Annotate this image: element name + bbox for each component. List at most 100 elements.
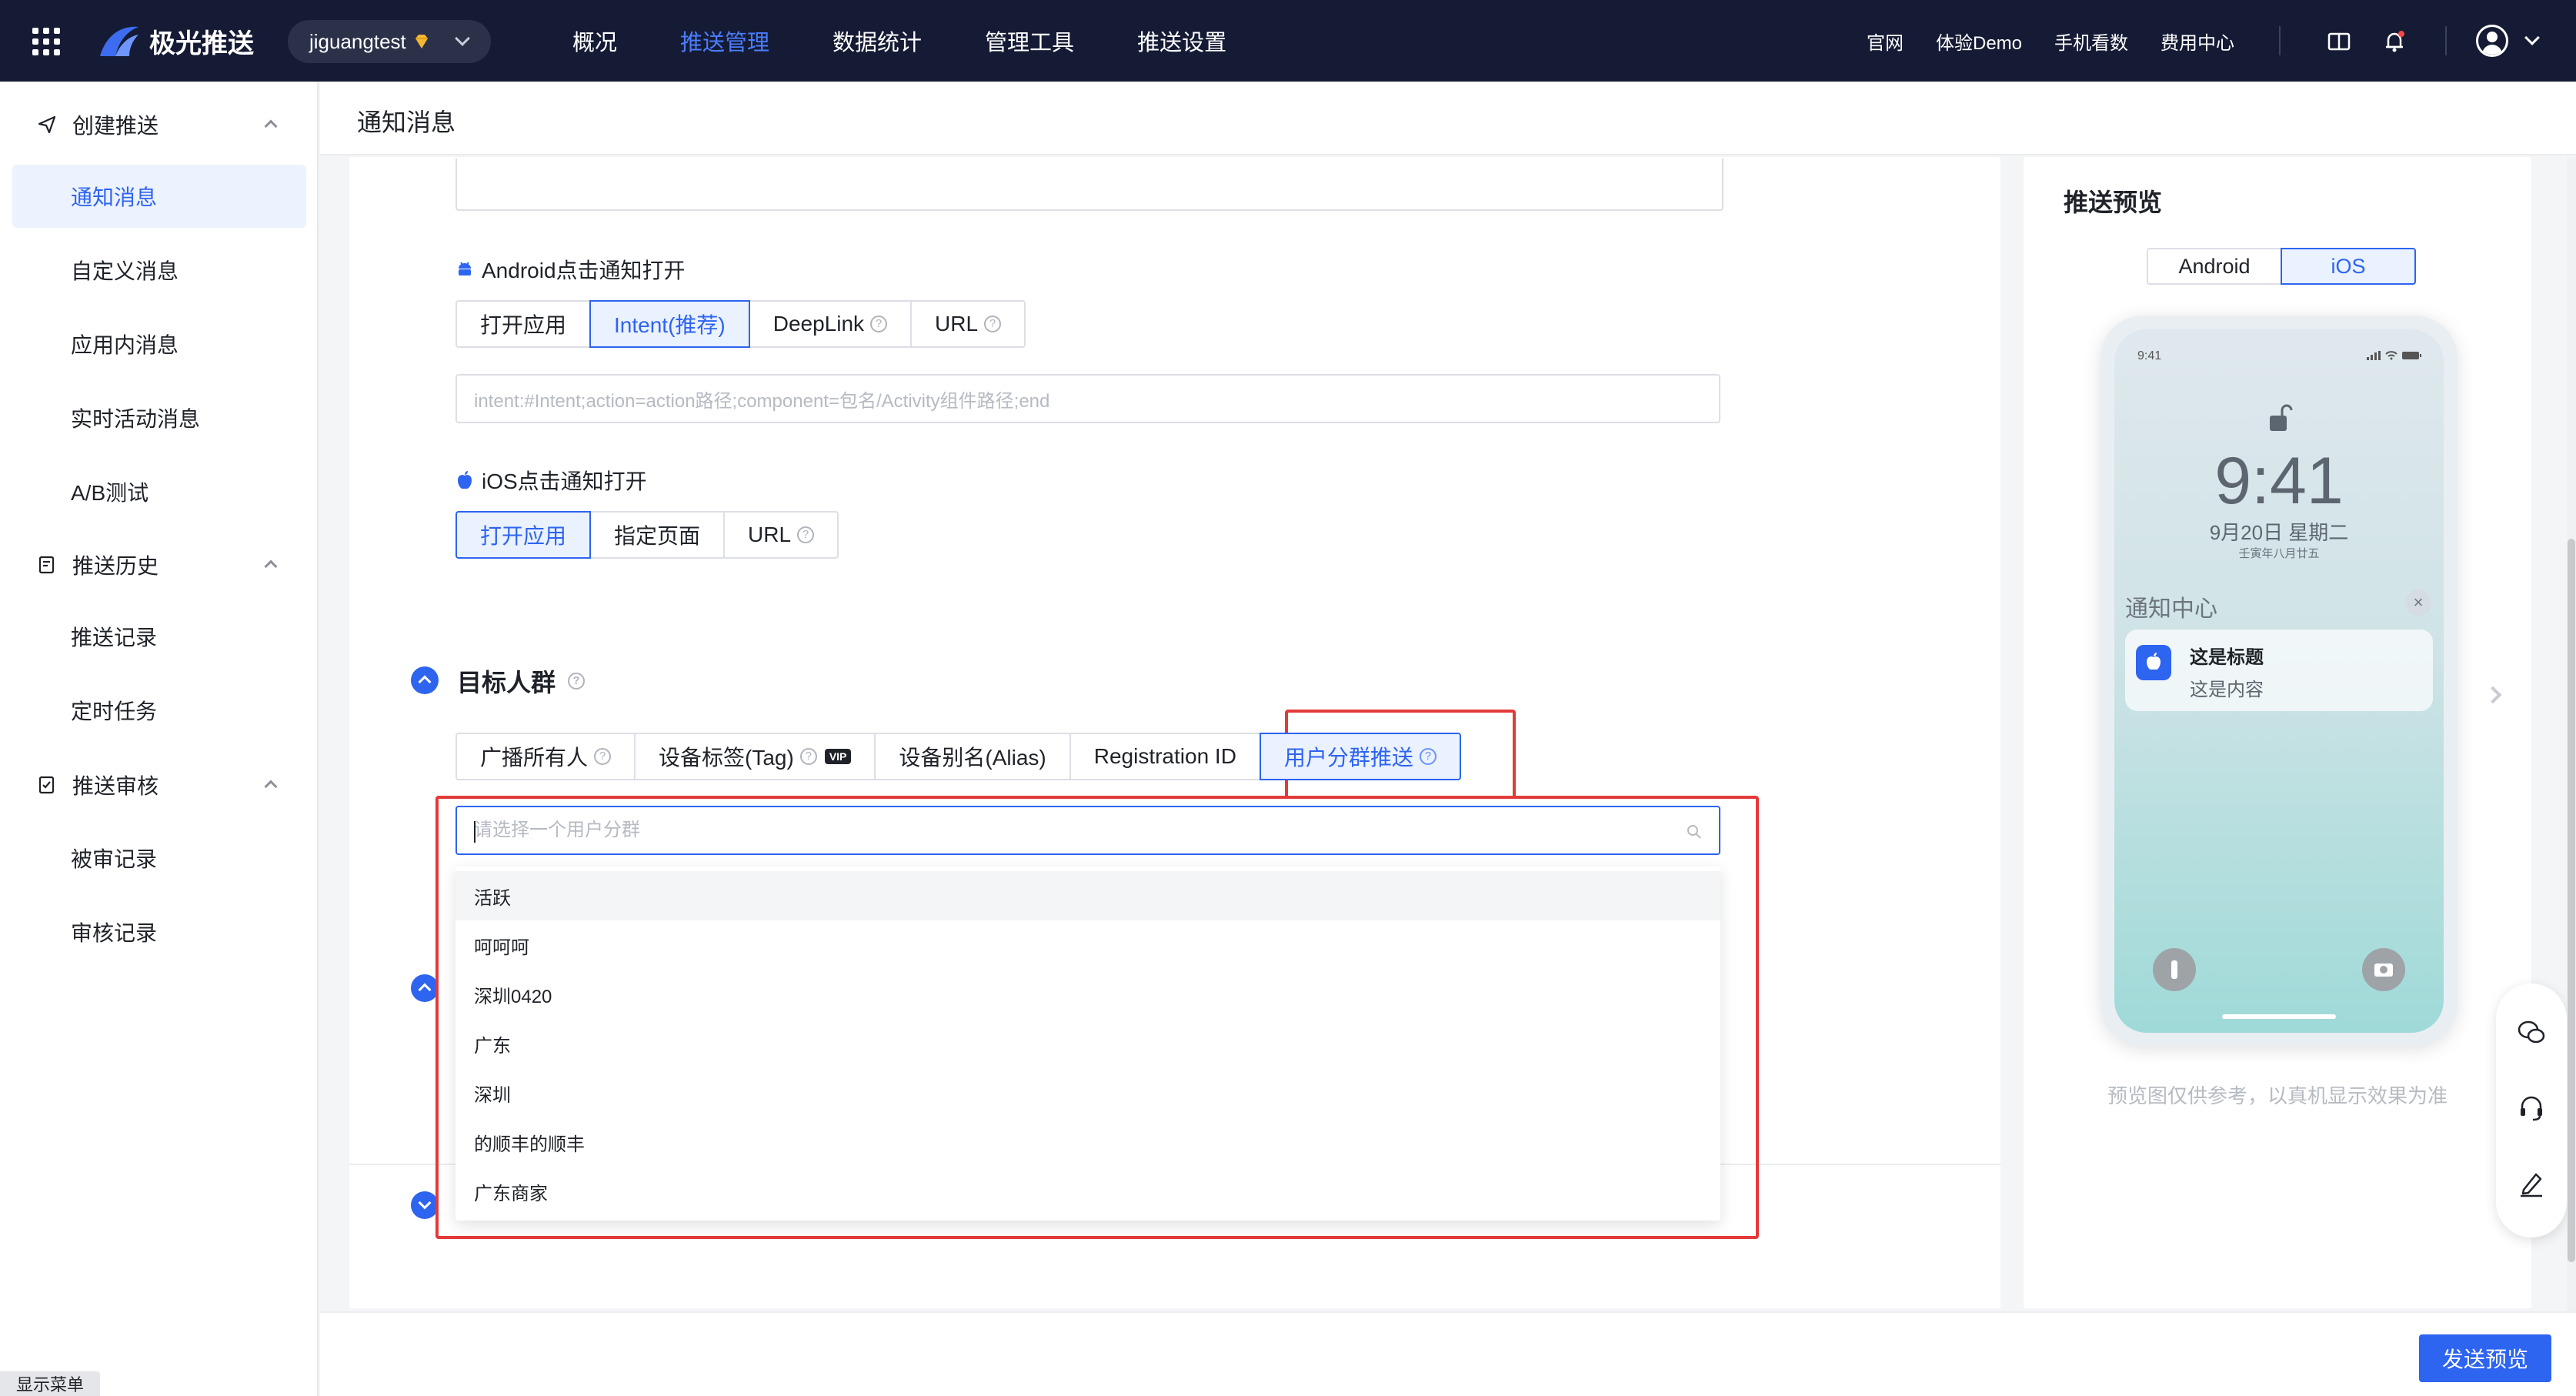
- sidebar-item-in-app-message[interactable]: 应用内消息: [12, 312, 306, 376]
- nav-tools[interactable]: 管理工具: [985, 25, 1074, 57]
- notification-body: 这是内容: [2190, 680, 2264, 700]
- customer-service-icon[interactable]: [2516, 1093, 2547, 1124]
- content-textarea[interactable]: [455, 159, 1723, 211]
- user-segment-search-input[interactable]: [457, 807, 1657, 853]
- option-label: 设备标签(Tag): [659, 746, 794, 770]
- expand-section-icon[interactable]: [411, 1191, 439, 1219]
- link-demo[interactable]: 体验Demo: [1936, 28, 2022, 55]
- notification-center-label: 通知中心: [2125, 596, 2217, 622]
- sidebar-group-label: 推送审核: [72, 774, 159, 798]
- dropdown-option[interactable]: 活跃: [455, 871, 1720, 920]
- chevron-up-icon: [264, 780, 278, 793]
- preview-disclaimer: 预览图仅供参考，以真机显示效果为准: [2107, 1084, 2448, 1107]
- sidebar-item-custom-message[interactable]: 自定义消息: [12, 239, 306, 302]
- link-official-site[interactable]: 官网: [1867, 28, 1904, 55]
- link-mobile-view[interactable]: 手机看数: [2054, 28, 2128, 55]
- ios-option-specific-page[interactable]: 指定页面: [589, 511, 726, 559]
- help-icon[interactable]: ?: [1419, 748, 1436, 765]
- dropdown-option[interactable]: 的顺丰的顺丰: [455, 1117, 1720, 1167]
- vip-badge: VIP: [824, 749, 852, 764]
- help-icon[interactable]: ?: [568, 673, 586, 690]
- ios-option-open-app[interactable]: 打开应用: [455, 511, 592, 559]
- phone-mockup: 9:41 9:41 9月20日 星期二 壬寅年八月廿五 通知中心 × 这是标题 …: [2101, 316, 2458, 1047]
- user-segment-select[interactable]: [455, 806, 1720, 855]
- top-links: 官网 体验Demo 手机看数 费用中心: [1867, 0, 2267, 82]
- apple-icon: [2147, 653, 2161, 670]
- user-avatar[interactable]: [2476, 25, 2508, 57]
- dropdown-option[interactable]: 呵呵呵: [455, 920, 1720, 970]
- nav-statistics[interactable]: 数据统计: [833, 25, 922, 57]
- option-label: Intent(推荐): [614, 313, 726, 337]
- logo[interactable]: 极光推送: [98, 22, 254, 60]
- sidebar-group-label: 推送历史: [72, 554, 159, 578]
- wechat-icon[interactable]: [2516, 1017, 2547, 1048]
- option-label: URL: [935, 312, 979, 336]
- ios-click-label: iOS点击通知打开: [455, 465, 647, 496]
- help-icon[interactable]: ?: [797, 526, 815, 543]
- collapse-target-section-icon[interactable]: [411, 666, 439, 694]
- account-switcher[interactable]: jiguangtest: [288, 20, 491, 63]
- target-option-user-segment[interactable]: 用户分群推送?: [1259, 733, 1461, 780]
- android-icon: [459, 262, 471, 276]
- ios-click-label-text: iOS点击通知打开: [482, 469, 647, 493]
- target-option-registration-id[interactable]: Registration ID: [1069, 733, 1261, 780]
- sidebar-item-reviewed-records[interactable]: 被审记录: [12, 827, 306, 890]
- page-scrollbar-thumb[interactable]: [2568, 539, 2575, 1262]
- sidebar-item-push-records[interactable]: 推送记录: [12, 605, 306, 668]
- android-option-open-app[interactable]: 打开应用: [455, 300, 592, 348]
- ios-option-url[interactable]: URL?: [723, 511, 839, 559]
- status-icons: [2367, 351, 2422, 360]
- target-option-alias[interactable]: 设备别名(Alias): [874, 733, 1071, 780]
- option-label: 打开应用: [480, 313, 567, 337]
- edit-icon[interactable]: [2516, 1168, 2547, 1199]
- sidebar-group-push-review[interactable]: 推送审核: [0, 754, 319, 816]
- option-label: 用户分群推送: [1283, 746, 1413, 770]
- top-divider: [2279, 26, 2281, 55]
- sidebar-item-notification[interactable]: 通知消息: [12, 165, 306, 228]
- send-preview-button[interactable]: 发送预览: [2419, 1334, 2551, 1382]
- nav-push-settings[interactable]: 推送设置: [1137, 25, 1226, 57]
- target-option-broadcast[interactable]: 广播所有人?: [455, 733, 636, 780]
- page-header: 通知消息: [320, 82, 2576, 155]
- top-divider: [2445, 26, 2447, 55]
- intent-input[interactable]: intent:#Intent;action=action路径;component…: [455, 374, 1720, 423]
- target-option-tag[interactable]: 设备标签(Tag)? VIP: [634, 733, 876, 780]
- lockscreen-lunar-date: 壬寅年八月廿五: [2238, 547, 2320, 560]
- nav-push-management[interactable]: 推送管理: [680, 25, 769, 57]
- sidebar-group-create-push[interactable]: 创建推送: [0, 94, 319, 155]
- sidebar-item-scheduled-tasks[interactable]: 定时任务: [12, 679, 306, 742]
- help-icon[interactable]: ?: [799, 748, 817, 765]
- android-option-intent[interactable]: Intent(推荐): [589, 300, 750, 348]
- show-menu-button[interactable]: 显示菜单: [0, 1371, 100, 1396]
- help-icon[interactable]: ?: [870, 316, 888, 332]
- help-icon[interactable]: ?: [984, 316, 1002, 332]
- unlocked-lock-icon: [2270, 404, 2293, 431]
- preview-tab-ios[interactable]: iOS: [2281, 248, 2416, 285]
- flashlight-icon: [2153, 948, 2196, 991]
- dropdown-option[interactable]: 广东商家: [455, 1167, 1720, 1216]
- dropdown-option[interactable]: 广东: [455, 1019, 1720, 1068]
- android-option-url[interactable]: URL?: [910, 300, 1026, 348]
- preview-tab-android[interactable]: Android: [2147, 248, 2282, 285]
- sidebar-group-push-history[interactable]: 推送历史: [0, 534, 319, 596]
- dropdown-option[interactable]: 深圳: [455, 1068, 1720, 1117]
- nav-overview[interactable]: 概况: [572, 25, 617, 57]
- status-time: 9:41: [2137, 349, 2162, 362]
- collapse-section-icon[interactable]: [411, 974, 439, 1002]
- chevron-up-icon: [264, 559, 278, 573]
- dropdown-option[interactable]: 深圳0420: [455, 970, 1720, 1019]
- sidebar-group-label: 创建推送: [72, 114, 159, 138]
- main-nav: 概况 推送管理 数据统计 管理工具 推送设置: [572, 0, 1290, 82]
- help-icon[interactable]: ?: [594, 748, 612, 765]
- search-icon: [1687, 825, 1701, 839]
- option-label: DeepLink: [772, 312, 865, 336]
- book-icon[interactable]: [2325, 28, 2353, 55]
- link-billing[interactable]: 费用中心: [2161, 28, 2234, 55]
- android-option-deeplink[interactable]: DeepLink?: [748, 300, 913, 348]
- intent-placeholder: intent:#Intent;action=action路径;component…: [474, 390, 1050, 412]
- bell-icon[interactable]: [2381, 28, 2408, 55]
- sidebar-item-audit-records[interactable]: 审核记录: [12, 900, 306, 964]
- sidebar-item-ab-test[interactable]: A/B测试: [12, 460, 306, 523]
- sidebar-item-live-activity[interactable]: 实时活动消息: [12, 386, 306, 449]
- apps-grid-icon[interactable]: [32, 28, 60, 55]
